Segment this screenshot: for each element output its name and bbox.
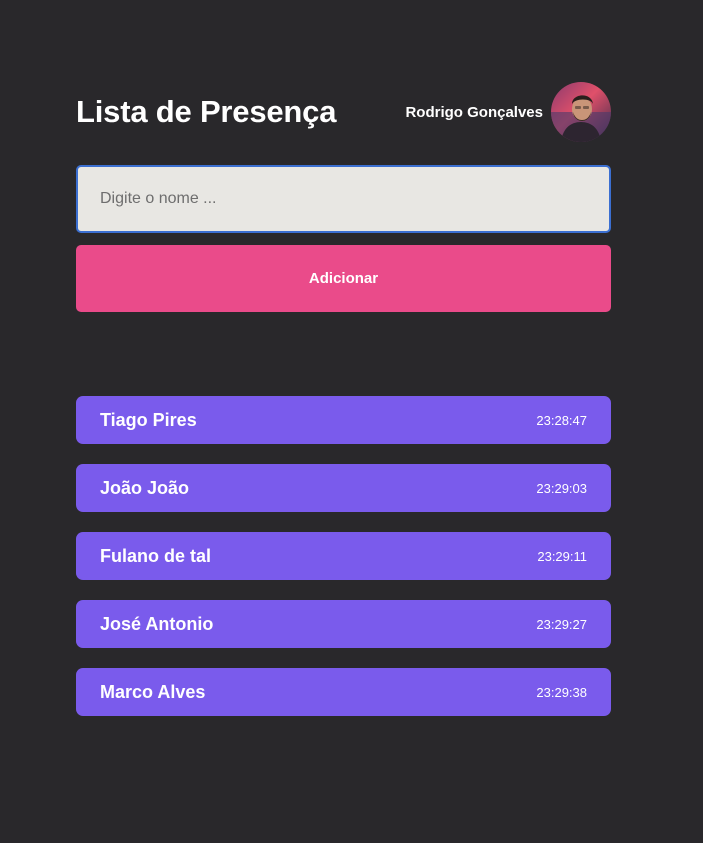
attendee-time: 23:29:38 bbox=[536, 684, 587, 700]
attendee-card: Marco Alves 23:29:38 bbox=[76, 668, 611, 716]
add-button[interactable]: Adicionar bbox=[76, 245, 611, 312]
attendee-name: Tiago Pires bbox=[100, 409, 197, 430]
attendee-name: João João bbox=[100, 477, 190, 498]
attendee-time: 23:29:27 bbox=[536, 616, 587, 632]
user-profile: Rodrigo Gonçalves bbox=[405, 82, 611, 142]
attendee-time: 23:29:03 bbox=[536, 480, 587, 496]
user-name: Rodrigo Gonçalves bbox=[405, 103, 543, 121]
avatar bbox=[551, 82, 611, 142]
attendee-name: Marco Alves bbox=[100, 681, 206, 702]
attendee-card: Fulano de tal 23:29:11 bbox=[76, 532, 611, 580]
attendee-name: Fulano de tal bbox=[100, 545, 212, 566]
attendee-time: 23:29:11 bbox=[537, 548, 587, 564]
attendee-card: Tiago Pires 23:28:47 bbox=[76, 396, 611, 444]
name-input[interactable] bbox=[76, 165, 611, 233]
attendee-name: José Antonio bbox=[100, 613, 214, 634]
attendee-time: 23:28:47 bbox=[536, 412, 587, 428]
page-title: Lista de Presença bbox=[76, 94, 337, 129]
attendee-card: José Antonio 23:29:27 bbox=[76, 600, 611, 648]
attendee-card: João João 23:29:03 bbox=[76, 464, 611, 512]
attendee-list: Tiago Pires 23:28:47 João João 23:29:03 … bbox=[76, 396, 611, 736]
page-header: Lista de Presença Rodrigo Gonçalves bbox=[76, 82, 611, 142]
